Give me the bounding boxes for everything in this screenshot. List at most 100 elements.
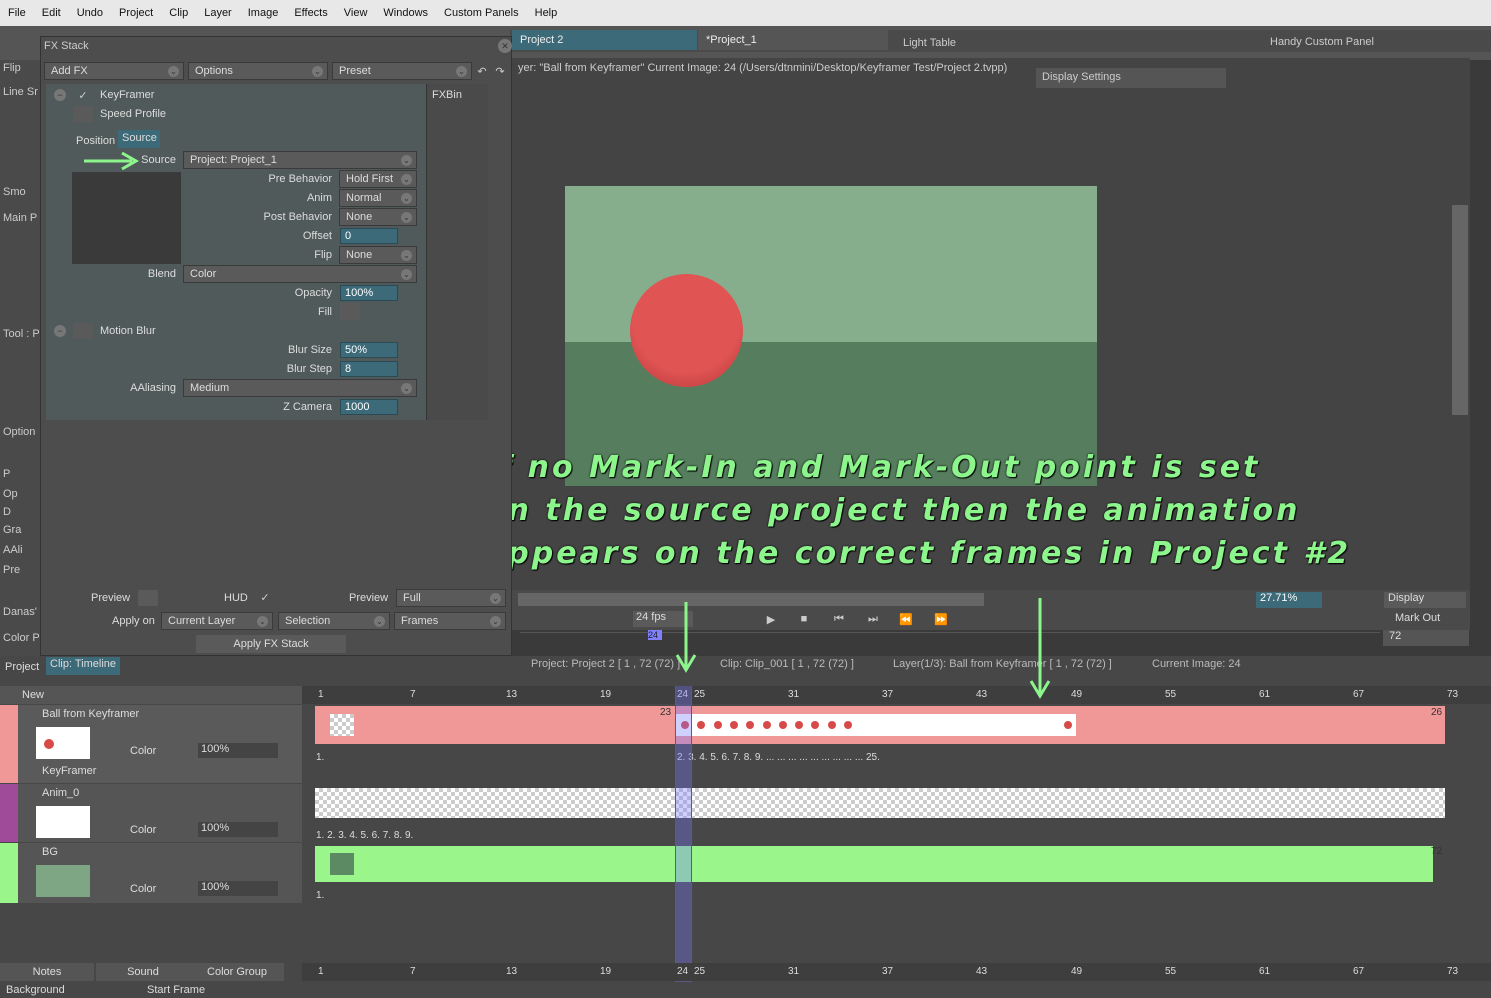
canvas[interactable] xyxy=(565,186,1097,486)
hud-check-icon[interactable]: ✓ xyxy=(258,590,272,604)
tab-color-group[interactable]: Color Group xyxy=(190,963,284,981)
frame-ruler[interactable]: 1 7 13 19 24 25 31 37 43 49 55 61 67 73 xyxy=(302,686,1491,704)
new-layer-dropdown[interactable]: New xyxy=(22,689,44,701)
menu-item-clip[interactable]: Clip xyxy=(161,7,196,19)
offset-input[interactable]: 0 xyxy=(340,228,398,244)
menu-item-view[interactable]: View xyxy=(336,7,376,19)
chevron-down-icon: ⌄ xyxy=(401,383,412,394)
check-icon[interactable]: ✓ xyxy=(76,88,90,102)
tab-handy-custom-panel[interactable]: Handy Custom Panel xyxy=(1262,32,1382,52)
layer-row[interactable]: Ball from Keyframer Color 100% KeyFramer xyxy=(0,705,302,783)
display-dropdown[interactable]: Display xyxy=(1384,592,1466,608)
track-anim[interactable] xyxy=(315,788,1445,818)
tab-source[interactable]: Source xyxy=(118,130,160,148)
tab-position[interactable]: Position xyxy=(76,135,115,147)
motion-blur-checkbox[interactable] xyxy=(73,323,93,339)
display-settings-panel[interactable]: Display Settings xyxy=(1036,68,1226,88)
menu-item-image[interactable]: Image xyxy=(240,7,287,19)
ruler-tick-label: 31 xyxy=(788,966,800,977)
tab-sound[interactable]: Sound xyxy=(96,963,190,981)
menu-item-file[interactable]: File xyxy=(0,7,34,19)
left-strip-label: Option xyxy=(3,426,36,438)
tab-project-2[interactable]: Project 2 xyxy=(512,30,697,50)
forward-icon[interactable]: ⏩ xyxy=(930,611,952,627)
current-frame-cursor[interactable] xyxy=(675,686,692,982)
undo-icon[interactable]: ↶ xyxy=(474,63,490,79)
viewer-hscroll[interactable] xyxy=(518,593,984,606)
menu-item-undo[interactable]: Undo xyxy=(69,7,111,19)
viewer-scrollbar[interactable] xyxy=(1452,205,1468,415)
source-dropdown[interactable]: Project: Project_1 ⌄ xyxy=(183,151,417,169)
redo-icon[interactable]: ↷ xyxy=(492,63,508,79)
menu-item-effects[interactable]: Effects xyxy=(286,7,335,19)
layer-mode[interactable]: Color xyxy=(130,745,156,757)
apply-fx-stack-button[interactable]: Apply FX Stack xyxy=(196,635,346,653)
blur-step-input[interactable]: 8 xyxy=(340,361,398,377)
menu-item-help[interactable]: Help xyxy=(527,7,566,19)
menu-item-layer[interactable]: Layer xyxy=(196,7,240,19)
aaliasing-dropdown[interactable]: Medium ⌄ xyxy=(183,379,417,397)
apply-layer-dropdown[interactable]: Current Layer ⌄ xyxy=(161,612,273,630)
fill-swatch[interactable] xyxy=(340,303,360,320)
bottom-frame-ruler[interactable]: 1 7 13 19 24 25 31 37 43 49 55 61 67 73 xyxy=(302,963,1491,981)
flip-dropdown[interactable]: None ⌄ xyxy=(339,246,417,264)
layer-row[interactable]: BG Color 100% xyxy=(0,843,302,903)
viewer-info: yer: "Ball from Keyframer" Current Image… xyxy=(518,62,1008,74)
display-settings-label: Display Settings xyxy=(1042,71,1121,83)
speed-profile-checkbox[interactable] xyxy=(73,106,93,122)
collapse-icon[interactable]: − xyxy=(54,89,66,101)
pre-behavior-dropdown[interactable]: Hold First ⌄ xyxy=(339,170,417,188)
rewind-icon[interactable]: ⏪ xyxy=(895,611,917,627)
mark-out-field[interactable]: 72 xyxy=(1383,630,1469,646)
layer-opacity[interactable]: 100% xyxy=(198,881,278,896)
menu-item-edit[interactable]: Edit xyxy=(34,7,69,19)
add-fx-dropdown[interactable]: Add FX ⌄ xyxy=(44,62,184,80)
layer-mode[interactable]: Color xyxy=(130,883,156,895)
zoom-field[interactable]: 27.71% xyxy=(1256,592,1322,608)
menu-item-windows[interactable]: Windows xyxy=(375,7,436,19)
stop-icon[interactable]: ■ xyxy=(796,611,812,627)
flip-value: None xyxy=(346,249,373,261)
layer-opacity[interactable]: 100% xyxy=(198,822,278,837)
chevron-down-icon: ⌄ xyxy=(490,616,501,627)
apply-selection-dropdown[interactable]: Selection ⌄ xyxy=(278,612,390,630)
track-ball-frame-numbers: 2. 3. 4. 5. 6. 7. 8. 9. ... ... ... ... … xyxy=(677,752,880,763)
apply-frames-dropdown[interactable]: Frames ⌄ xyxy=(394,612,506,630)
preview-checkbox[interactable] xyxy=(138,590,158,606)
preset-dropdown[interactable]: Preset ⌄ xyxy=(332,62,472,80)
options-dropdown[interactable]: Options ⌄ xyxy=(188,62,328,80)
tab-clip-timeline[interactable]: Clip: Timeline xyxy=(46,657,121,675)
ruler-tick-label: 61 xyxy=(1259,689,1271,700)
track-bg[interactable] xyxy=(315,846,1433,882)
background-dropdown[interactable]: Background xyxy=(6,984,136,996)
close-icon[interactable]: ✕ xyxy=(498,39,512,53)
tab-project-timeline[interactable]: Project xyxy=(5,661,39,673)
layer-opacity[interactable]: 100% xyxy=(198,743,278,758)
arrow-annotation-source xyxy=(84,151,140,171)
chevron-down-icon: ⌄ xyxy=(312,66,323,77)
ruler-tick-label: 7 xyxy=(410,966,416,977)
ruler-tick-label: 13 xyxy=(506,966,518,977)
zcamera-input[interactable]: 1000 xyxy=(340,399,398,415)
last-frame-icon[interactable]: ⏭ xyxy=(862,611,884,627)
layer-name: Ball from Keyframer xyxy=(42,708,140,720)
post-behavior-dropdown[interactable]: None ⌄ xyxy=(339,208,417,226)
chevron-down-icon: ⌄ xyxy=(168,66,179,77)
tab-notes[interactable]: Notes xyxy=(0,963,94,981)
start-frame-dropdown[interactable]: Start Frame xyxy=(147,984,277,996)
play-icon[interactable]: ▶ xyxy=(763,611,779,627)
layer-mode[interactable]: Color xyxy=(130,824,156,836)
menu-item-custom-panels[interactable]: Custom Panels xyxy=(436,7,527,19)
blur-size-input[interactable]: 50% xyxy=(340,342,398,358)
blend-dropdown[interactable]: Color ⌄ xyxy=(183,265,417,283)
preview-quality-dropdown[interactable]: Full ⌄ xyxy=(396,589,506,607)
layer-row[interactable]: Anim_0 Color 100% xyxy=(0,784,302,842)
first-frame-icon[interactable]: ⏮ xyxy=(828,611,850,627)
tab-light-table[interactable]: Light Table xyxy=(895,33,964,53)
tab-project-1[interactable]: *Project_1 xyxy=(698,30,888,50)
collapse-icon[interactable]: − xyxy=(54,325,66,337)
menu-item-project[interactable]: Project xyxy=(111,7,161,19)
opacity-input[interactable]: 100% xyxy=(340,285,398,301)
anim-dropdown[interactable]: Normal ⌄ xyxy=(339,189,417,207)
fxbin-label: FXBin xyxy=(432,89,462,101)
